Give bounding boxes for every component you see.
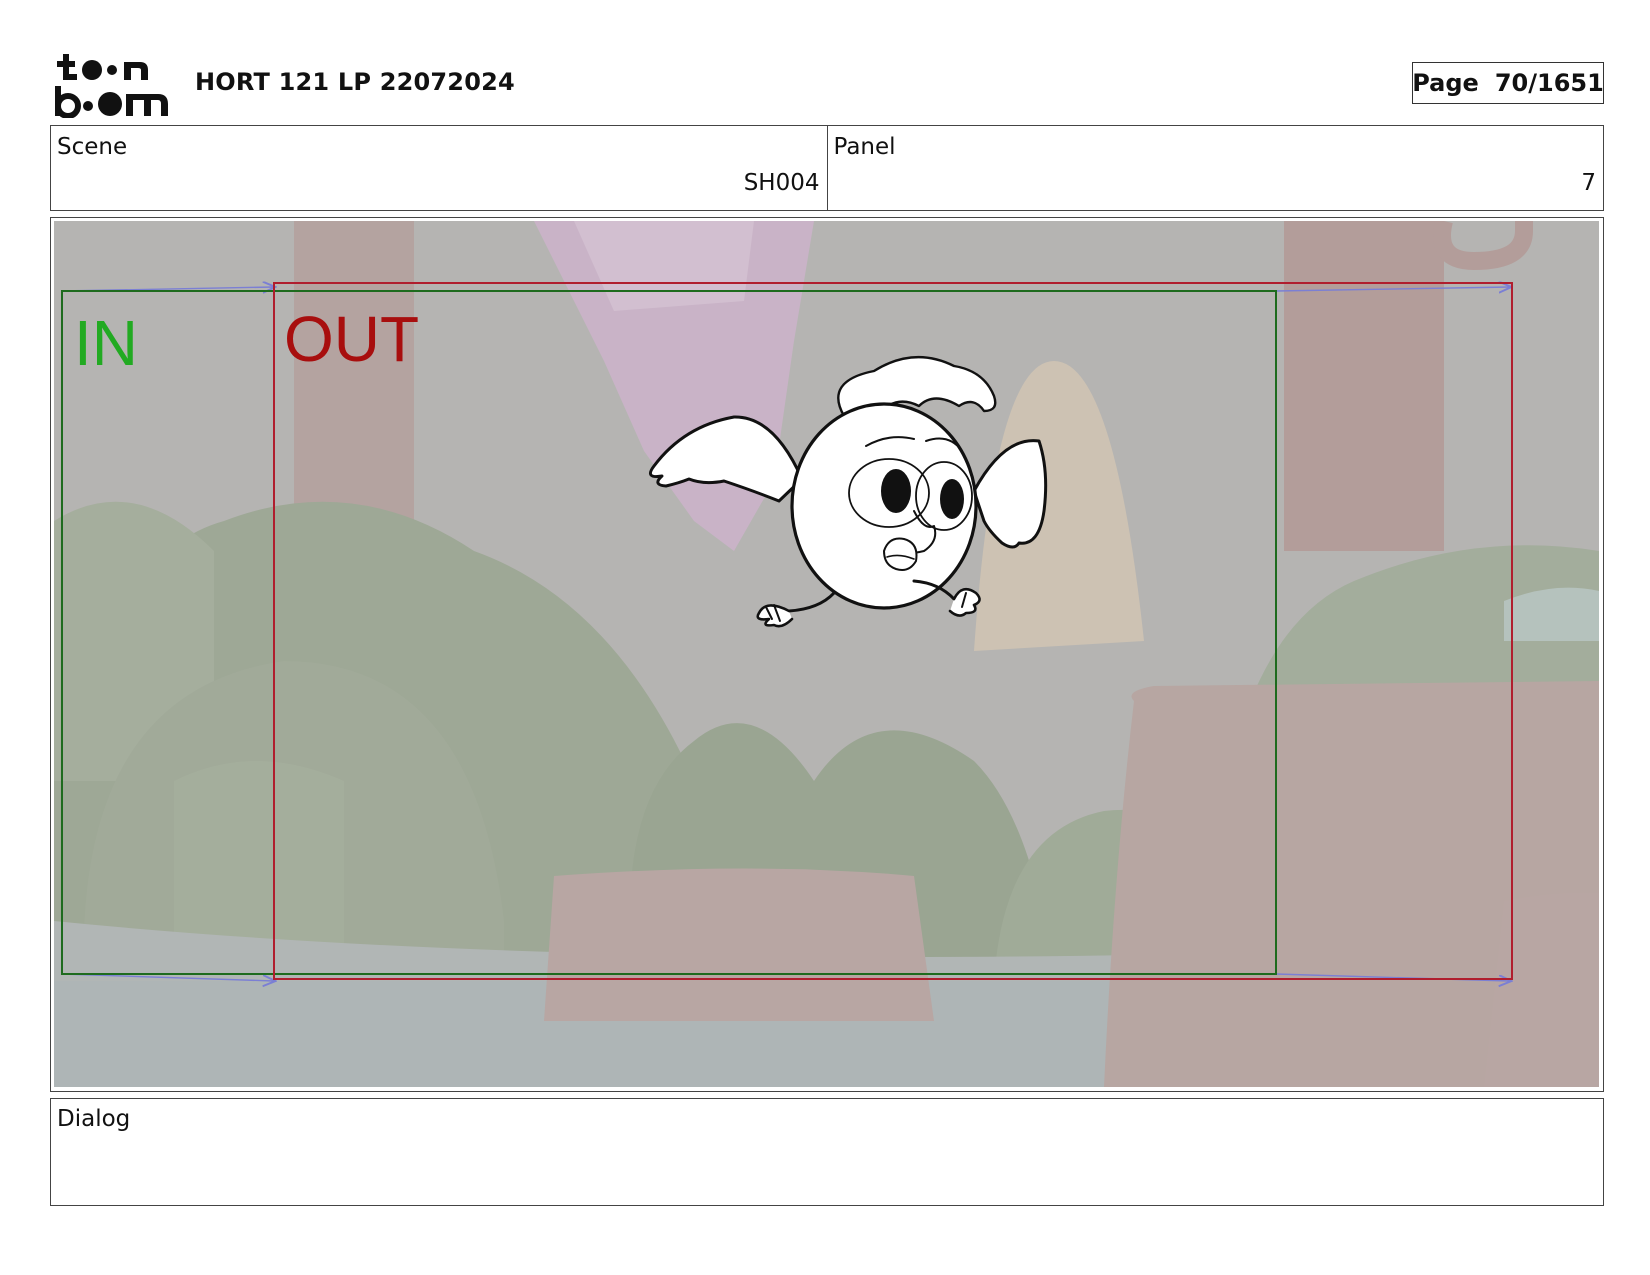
storyboard-panel: IN OUT xyxy=(50,217,1604,1092)
toon-boom-logo xyxy=(55,54,168,118)
scene-panel-info: Scene SH004 Panel 7 xyxy=(50,125,1604,211)
in-label: IN xyxy=(74,307,138,379)
scene-label: Scene xyxy=(57,134,128,160)
page-label: Page xyxy=(1412,69,1479,97)
page-number: 70/1651 xyxy=(1494,69,1604,97)
panel-label: Panel xyxy=(833,134,896,160)
panel-value: 7 xyxy=(1581,170,1596,196)
panel-artwork: IN OUT xyxy=(54,221,1599,1087)
dialog-box: Dialog xyxy=(50,1098,1604,1206)
document-title: HORT 121 LP 22072024 xyxy=(195,68,515,96)
dialog-label: Dialog xyxy=(57,1106,131,1132)
scene-cell: Scene SH004 xyxy=(51,126,827,210)
out-label: OUT xyxy=(284,303,419,375)
scene-value: SH004 xyxy=(743,170,820,196)
panel-cell: Panel 7 xyxy=(826,126,1604,210)
page-indicator: Page 70/1651 xyxy=(1412,62,1604,104)
